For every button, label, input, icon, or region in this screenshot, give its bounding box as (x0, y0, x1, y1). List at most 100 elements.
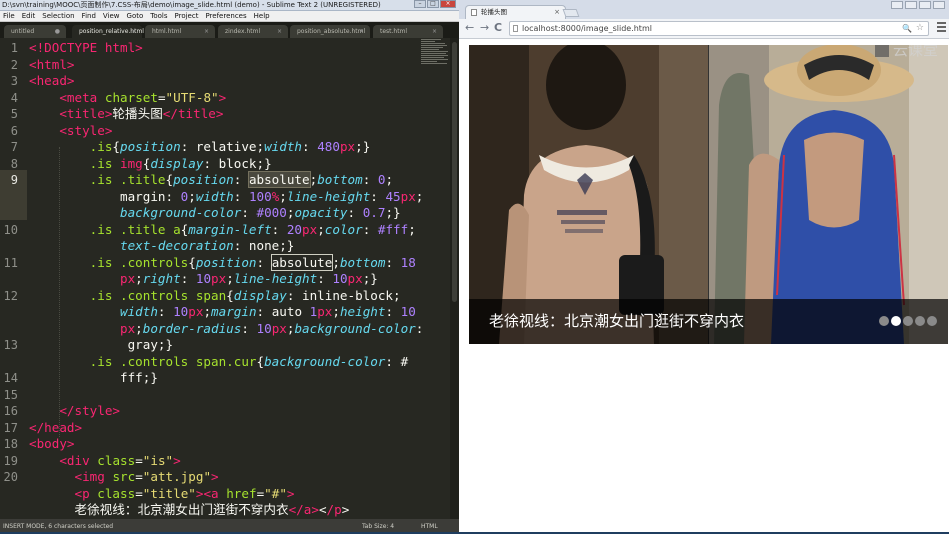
editor-tab-close-icon[interactable]: × (277, 25, 282, 38)
back-arrow-icon[interactable]: ← (465, 21, 474, 35)
menu-item-project[interactable]: Project (172, 11, 203, 21)
reload-icon[interactable]: C (494, 21, 502, 35)
tab-close-icon[interactable]: × (554, 6, 560, 18)
browser-tab[interactable]: 轮播头图 × (465, 5, 566, 19)
code-line[interactable]: <style> (29, 123, 112, 140)
code-token: { (256, 353, 265, 369)
code-line[interactable]: 老徐视线：北京潮女出门逛街不穿内衣</a></p> (29, 502, 349, 519)
code-token: ; (408, 221, 416, 237)
editor-tab-close-icon[interactable]: ● (55, 25, 60, 38)
line-number: 1 (10, 41, 18, 55)
code-token: = (157, 89, 166, 105)
code-token: { (188, 254, 196, 270)
code-line[interactable]: <meta charset="UTF-8"> (29, 90, 226, 107)
slide-dot[interactable] (915, 316, 925, 326)
bookmark-star-icon[interactable]: ☆ (916, 22, 924, 35)
code-line[interactable]: <title>轮播头图</title> (29, 106, 223, 123)
code-token: "att.jpg" (142, 469, 212, 484)
menu-item-preferences[interactable]: Preferences (202, 11, 250, 21)
menu-item-file[interactable]: File (0, 11, 19, 21)
code-line[interactable]: <img src="att.jpg"> (29, 469, 219, 486)
maximize-button[interactable]: □ (427, 0, 439, 8)
code-token: width (195, 188, 234, 204)
editor-tab-close-icon[interactable]: × (204, 25, 209, 38)
code-line[interactable]: <html> (29, 57, 75, 74)
editor-tab[interactable]: untitled ● (4, 25, 66, 38)
code-token: .is (89, 139, 113, 154)
editor-tab[interactable]: zindex.html × (218, 25, 288, 38)
chrome-maximize-button[interactable] (919, 1, 931, 9)
slide-dot[interactable] (927, 316, 937, 326)
menu-item-view[interactable]: View (100, 11, 124, 21)
code-line[interactable]: .is .controls span{display: inline-block… (29, 288, 401, 305)
code-token: { (226, 287, 234, 303)
code-token: text-decoration (120, 238, 234, 253)
menu-item-find[interactable]: Find (79, 11, 100, 21)
address-bar-url[interactable]: localhost:8000/image_slide.html (522, 24, 652, 33)
menu-item-tools[interactable]: Tools (147, 11, 171, 21)
minimize-button[interactable]: – (414, 0, 426, 8)
code-line[interactable]: <head> (29, 73, 75, 90)
menu-item-selection[interactable]: Selection (39, 11, 78, 21)
address-bar[interactable]: localhost:8000/image_slide.html 🔍 ☆ (509, 21, 929, 36)
code-line[interactable]: px;border-radius: 10px;background-color: (29, 321, 423, 338)
page-favicon-icon (471, 9, 477, 16)
editor-tab[interactable]: position_relative.html × (72, 25, 144, 38)
editor-tab[interactable]: position_absolute.html × (290, 25, 370, 38)
sublime-menu-bar: File Edit Selection Find View Goto Tools Projec… (0, 11, 459, 22)
code-token: ; (317, 221, 325, 237)
scrollbar-thumb[interactable] (452, 42, 457, 302)
code-line[interactable]: .is .controls span.cur{background-color:… (29, 354, 408, 371)
zoom-icon[interactable]: 🔍 (902, 22, 912, 35)
line-number: 16 (3, 404, 18, 418)
code-line[interactable]: </style> (29, 403, 120, 420)
menu-item-help[interactable]: Help (251, 11, 274, 21)
code-line[interactable]: <!DOCTYPE html> (29, 40, 143, 57)
code-line[interactable]: .is .controls{position: absolute;bottom:… (29, 253, 416, 272)
editor-tab-close-icon[interactable]: × (432, 25, 437, 38)
code-token: : (302, 139, 318, 154)
chrome-tab-strip: 轮播头图 × (459, 0, 949, 19)
code-line[interactable]: background-color: #000;opacity: 0.7;} (29, 205, 401, 222)
code-editor[interactable]: 1 2 3 4 5 6 7 8 9 10 11 12 13 14 15 16 17 18 19 20 <!DOCTYP… (0, 38, 450, 519)
forward-arrow-icon[interactable]: → (480, 21, 489, 35)
code-line[interactable]: fff;} (29, 370, 158, 387)
menu-item-goto[interactable]: Goto (124, 11, 148, 21)
code-line[interactable]: <div class="is"> (29, 453, 180, 470)
code-line[interactable]: px;right: 10px;line-height: 10px;} (29, 271, 378, 288)
chrome-menu-icon[interactable] (937, 22, 946, 34)
code-line[interactable]: <p class="title"><a href="#"> (29, 486, 295, 503)
code-line[interactable]: margin: 0;width: 100%;line-height: 45px; (29, 189, 423, 206)
code-token: /p (326, 502, 342, 517)
editor-tab[interactable]: html.html × (145, 25, 215, 38)
code-token: width (264, 139, 303, 154)
code-token: charset (104, 89, 158, 105)
new-tab-button[interactable] (562, 9, 580, 17)
line-number: 6 (10, 123, 18, 138)
chrome-user-button[interactable] (891, 1, 903, 9)
code-line[interactable]: text-decoration: none;} (29, 238, 294, 255)
slide-dot[interactable] (891, 316, 901, 326)
code-line[interactable]: width: 10px;margin: auto 1px;height: 10 (29, 304, 416, 321)
code-line[interactable]: .is img{display: block;} (29, 156, 272, 173)
editor-tab-close-icon[interactable]: × (359, 25, 364, 38)
code-line[interactable]: <body> (29, 436, 75, 453)
slide-dot[interactable] (903, 316, 913, 326)
code-line[interactable]: </head> (29, 420, 82, 437)
code-line[interactable]: .is{position: relative;width: 480px;} (29, 139, 371, 156)
close-button[interactable]: × (440, 0, 456, 8)
slide-dot[interactable] (879, 316, 889, 326)
slide-title-link[interactable]: 老徐视线：北京潮女出门逛街不穿内衣 (489, 299, 744, 344)
chrome-close-button[interactable] (933, 1, 945, 9)
code-line[interactable]: .is .title a{margin-left: 20px;color: #f… (29, 222, 416, 239)
line-number: 19 (3, 453, 18, 468)
editor-tab[interactable]: test.html × (373, 25, 443, 38)
code-line[interactable]: .is .title{position: absolute;bottom: 0; (29, 171, 393, 189)
editor-tab-close-icon[interactable]: × (131, 25, 136, 38)
editor-scrollbar[interactable] (450, 38, 459, 519)
menu-item-edit[interactable]: Edit (19, 11, 40, 21)
chrome-minimize-button[interactable] (905, 1, 917, 9)
code-line[interactable]: gray;} (29, 337, 174, 354)
minimap[interactable] (421, 38, 450, 78)
